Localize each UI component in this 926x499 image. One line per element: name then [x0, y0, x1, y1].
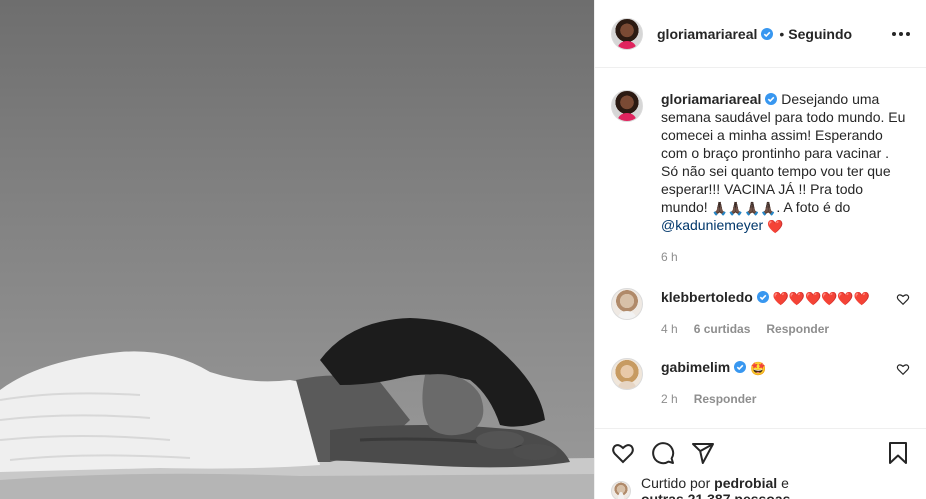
- post-header: gloriamariareal • Seguindo: [595, 0, 926, 68]
- caption-username[interactable]: gloriamariareal: [661, 91, 761, 107]
- paper-plane-icon[interactable]: [691, 441, 715, 465]
- comment-likes-count[interactable]: 6 curtidas: [694, 320, 751, 338]
- more-dots-icon[interactable]: [892, 26, 910, 42]
- liker-avatar[interactable]: [611, 481, 631, 499]
- header-user: gloriamariareal • Seguindo: [657, 26, 852, 42]
- comment-username[interactable]: klebbertoledo: [661, 289, 753, 305]
- post-photo[interactable]: [0, 0, 594, 499]
- instagram-post: gloriamariareal • Seguindo gloriamariare…: [0, 0, 926, 499]
- comment-like-heart-icon[interactable]: [896, 362, 910, 376]
- likes-text: Curtido por pedrobial e outras 21.387 pe…: [641, 475, 790, 499]
- header-username[interactable]: gloriamariareal: [657, 26, 757, 42]
- likes-suffix: e: [781, 475, 789, 491]
- photo-artwork: [0, 318, 594, 499]
- post-side-panel: gloriamariareal • Seguindo gloriamariare…: [594, 0, 926, 499]
- header-separator: •: [779, 25, 785, 42]
- reply-button[interactable]: Responder: [694, 390, 757, 408]
- comment-text: ❤️❤️❤️❤️❤️❤️: [772, 291, 870, 306]
- reply-button[interactable]: Responder: [766, 320, 829, 338]
- follow-status-button[interactable]: Seguindo: [788, 26, 852, 42]
- comment-text: 🤩: [750, 361, 767, 376]
- comment-item: gabimelim 🤩 2 h Responder: [611, 358, 910, 408]
- verified-badge-icon: [765, 93, 778, 105]
- caption-body: gloriamariareal Desejando uma semana sau…: [661, 90, 910, 266]
- action-buttons: [611, 437, 910, 469]
- verified-badge-icon: [734, 361, 747, 373]
- post-actions: Curtido por pedrobial e outras 21.387 pe…: [595, 428, 926, 499]
- comment-bubble-icon[interactable]: [651, 441, 675, 465]
- comment-like-heart-icon[interactable]: [896, 292, 910, 306]
- caption-emojis: 🙏🏿🙏🏿🙏🏿🙏🏿: [711, 201, 777, 216]
- verified-badge-icon: [761, 27, 774, 40]
- comment-time[interactable]: 2 h: [661, 390, 678, 408]
- likes-prefix: Curtido por: [641, 475, 711, 491]
- likes-summary: Curtido por pedrobial e outras 21.387 pe…: [611, 475, 910, 499]
- comments-list: gloriamariareal Desejando uma semana sau…: [595, 68, 926, 427]
- comment-item: klebbertoledo ❤️❤️❤️❤️❤️❤️ 4 h 6 curtida…: [611, 288, 910, 338]
- caption: gloriamariareal Desejando uma semana sau…: [611, 90, 910, 266]
- caption-avatar[interactable]: [611, 90, 643, 122]
- likes-others[interactable]: outras 21.387 pessoas: [641, 491, 790, 499]
- comment-meta: 2 h Responder: [661, 390, 886, 408]
- heart-outline-icon[interactable]: [611, 441, 635, 465]
- caption-meta: 6 h: [661, 248, 910, 266]
- caption-time[interactable]: 6 h: [661, 248, 678, 266]
- commenter-avatar[interactable]: [611, 358, 643, 390]
- caption-text: Desejando uma semana saudável para todo …: [661, 91, 906, 215]
- comment-username[interactable]: gabimelim: [661, 359, 730, 375]
- comment-meta: 4 h 6 curtidas Responder: [661, 320, 886, 338]
- comment-time[interactable]: 4 h: [661, 320, 678, 338]
- caption-heart-emoji: ❤️: [767, 219, 784, 234]
- caption-mention-link[interactable]: @kaduniemeyer: [661, 217, 763, 233]
- bookmark-icon[interactable]: [886, 441, 910, 465]
- verified-badge-icon: [756, 291, 769, 303]
- liker-username[interactable]: pedrobial: [714, 475, 777, 491]
- commenter-avatar[interactable]: [611, 288, 643, 320]
- comment-body: klebbertoledo ❤️❤️❤️❤️❤️❤️ 4 h 6 curtida…: [661, 288, 910, 338]
- comment-body: gabimelim 🤩 2 h Responder: [661, 358, 910, 408]
- author-avatar[interactable]: [611, 17, 643, 50]
- caption-text-2: . A foto é do: [776, 199, 851, 215]
